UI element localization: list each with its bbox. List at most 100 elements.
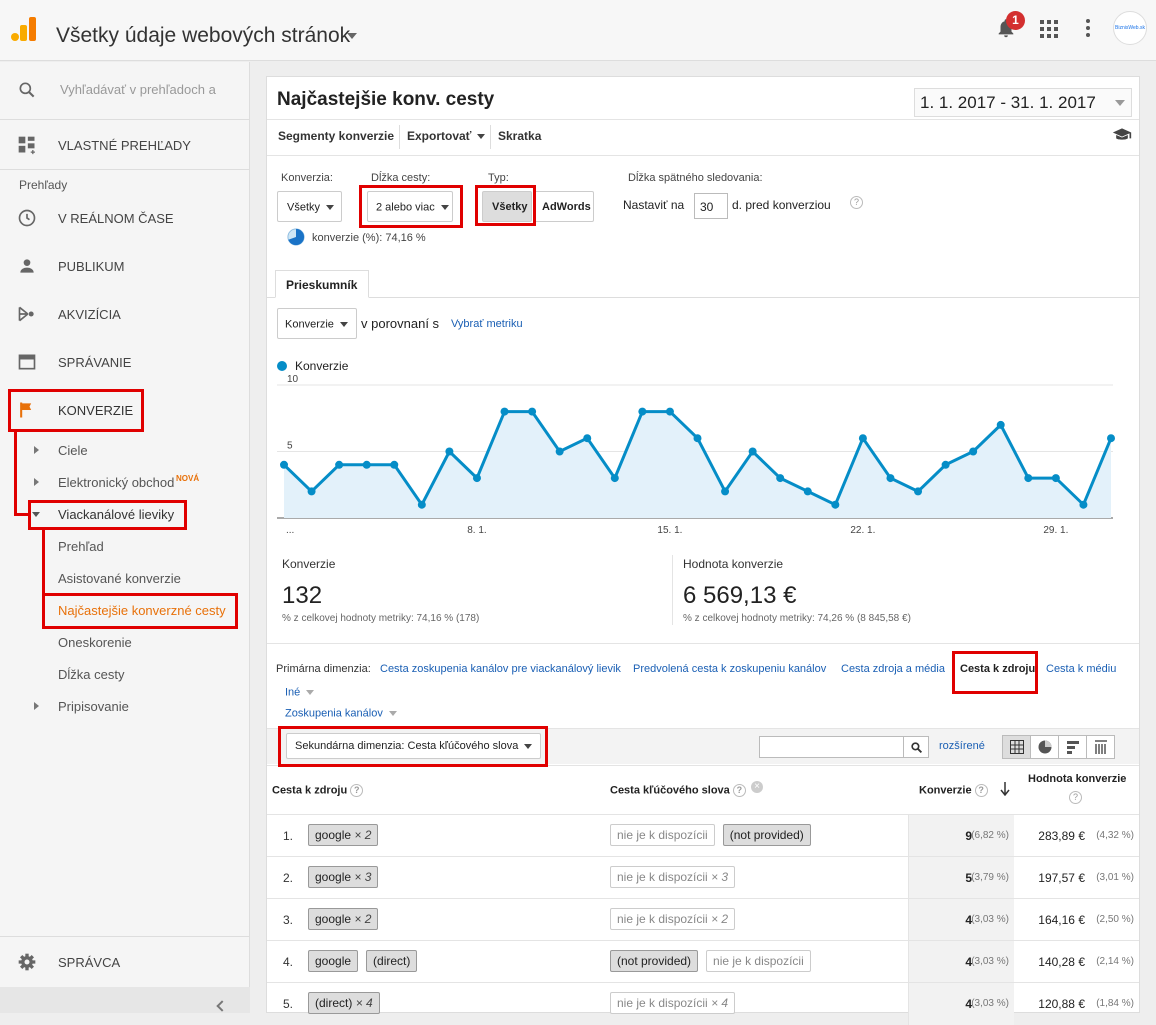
chevron-down-icon — [477, 134, 486, 143]
dim-medium-path[interactable]: Cesta k médiu — [1046, 663, 1116, 675]
metric-select[interactable]: Konverzie — [277, 308, 357, 339]
dim-source-medium-path[interactable]: Cesta zdroja a média — [841, 663, 945, 675]
table-row[interactable]: 3. google × 2 nie je k dispozícii × 2 4 (3,0… — [267, 898, 1139, 941]
view-switcher — [1002, 735, 1115, 759]
sidebar-item-audience[interactable]: PUBLIKUM — [58, 259, 124, 274]
sidebar-item-ecommerce[interactable]: Elektronický obchod — [58, 475, 174, 490]
chip-label: nie je k dispozícii — [617, 912, 708, 926]
apps-grid-icon[interactable] — [1040, 20, 1058, 38]
type-label: Typ: — [488, 172, 509, 184]
chip-label: (direct) — [315, 996, 353, 1010]
keyword-chip: nie je k dispozícii × 3 — [610, 866, 736, 888]
highlight-connector — [42, 528, 45, 600]
data-point — [914, 487, 923, 496]
graduation-cap-icon[interactable] — [1112, 127, 1132, 143]
source-chip: (direct) × 4 — [308, 992, 380, 1014]
x-tick-label: 29. 1. — [1043, 525, 1068, 536]
sidebar-item-overview[interactable]: Prehľad — [58, 539, 104, 554]
pie-icon — [287, 228, 305, 246]
expand-arrow-icon[interactable] — [34, 446, 43, 454]
help-icon[interactable]: ? — [1069, 791, 1082, 804]
sidebar: Vyhľadávať v prehľadoch a VLASTNÉ PREHĽA… — [0, 62, 250, 1013]
data-point — [583, 434, 592, 443]
table-row[interactable]: 1. google × 2 nie je k dispozícii (not prov… — [267, 814, 1139, 857]
bar-view-icon[interactable] — [1059, 736, 1087, 758]
expand-arrow-icon[interactable] — [34, 702, 43, 710]
help-icon[interactable]: ? — [850, 196, 863, 209]
date-range-picker[interactable]: 1. 1. 2017 - 31. 1. 2017 — [914, 88, 1132, 117]
search-input[interactable]: Vyhľadávať v prehľadoch a — [60, 82, 216, 97]
data-point — [996, 420, 1005, 429]
account-selector[interactable]: Všetky údaje webových stránok — [56, 24, 350, 48]
expand-arrow-icon[interactable] — [34, 478, 43, 486]
data-point — [969, 447, 978, 456]
analytics-logo-icon[interactable] — [11, 17, 37, 41]
conversion-select[interactable]: Všetky — [277, 191, 342, 222]
conversions-pct: (3,03 %) — [971, 998, 1009, 1009]
row-rank: 2. — [283, 871, 294, 885]
person-icon — [20, 259, 34, 273]
col-header-value[interactable]: Hodnota konverzie — [1028, 773, 1126, 785]
shortcut-button[interactable]: Skratka — [498, 129, 541, 143]
conversion-label: Konverzia: — [281, 172, 333, 184]
sidebar-item-realtime[interactable]: V REÁLNOM ČASE — [58, 211, 174, 226]
dim-mcf-channel-path[interactable]: Cesta zoskupenia kanálov pre viackanálov… — [380, 663, 621, 675]
data-point — [280, 460, 288, 469]
dim-default-channel-path[interactable]: Predvolená cesta k zoskupeniu kanálov — [633, 663, 826, 675]
table-search-button[interactable] — [903, 736, 929, 758]
path-length-label: Dĺžka cesty: — [371, 172, 431, 184]
sidebar-item-attribution[interactable]: Pripisovanie — [58, 699, 129, 714]
advanced-filter-link[interactable]: rozšírené — [939, 740, 985, 752]
table-row[interactable]: 5. (direct) × 4 nie je k dispozícii × 4 4 (3… — [267, 982, 1139, 1025]
sidebar-item-behavior[interactable]: SPRÁVANIE — [58, 355, 131, 370]
table-search-input[interactable] — [759, 736, 905, 758]
highlight-box — [28, 500, 187, 530]
avatar[interactable]: BiznisWeb.sk — [1113, 11, 1147, 45]
value-amount: 140,28 € — [1038, 955, 1085, 969]
keyword-chip: (not provided) — [610, 950, 699, 972]
table-row[interactable]: 2. google × 3 nie je k dispozícii × 3 5 (3,7… — [267, 856, 1139, 899]
chip-label: google — [315, 828, 352, 842]
col-header-conversions[interactable]: Konverzie ? — [919, 784, 988, 797]
dim-other[interactable]: Iné — [285, 686, 315, 699]
data-point — [693, 434, 702, 443]
type-adwords-button[interactable]: AdWords — [534, 191, 594, 222]
behavior-icon — [18, 354, 36, 370]
col-header-source-path[interactable]: Cesta k zdroju ? — [272, 784, 364, 797]
col-header-keyword-path[interactable]: Cesta kľúčového slova ? — [610, 784, 746, 797]
sidebar-item-assisted[interactable]: Asistované konverzie — [58, 571, 181, 586]
scorecard-value-value: 6 569,13 € — [683, 582, 797, 609]
sort-desc-icon[interactable] — [1000, 782, 1010, 796]
lookback-days-input[interactable]: 30 — [694, 193, 728, 219]
conversions-cell: 5 (3,79 %) — [908, 857, 1014, 899]
sidebar-item-admin[interactable]: SPRÁVCA — [58, 955, 120, 970]
sidebar-item-time-lag[interactable]: Oneskorenie — [58, 635, 132, 650]
more-vert-icon[interactable] — [1086, 19, 1090, 37]
acquisition-icon — [18, 306, 34, 322]
table-row[interactable]: 4. google (direct) (not provided) nie je k d… — [267, 940, 1139, 983]
search-icon[interactable] — [17, 80, 37, 100]
data-point — [1024, 474, 1033, 483]
remove-secondary-dimension-icon[interactable]: × — [751, 781, 763, 793]
repeat-count: × 2 — [711, 912, 729, 926]
chevron-down-icon[interactable] — [347, 33, 357, 44]
help-icon[interactable]: ? — [350, 784, 364, 797]
keyword-chip: (not provided) — [722, 824, 811, 846]
sidebar-item-goals[interactable]: Ciele — [58, 443, 88, 458]
dim-channel-groupings[interactable]: Zoskupenia kanálov — [285, 707, 397, 720]
tab-explorer[interactable]: Prieskumník — [275, 270, 369, 298]
conversions-pct: (6,82 %) — [971, 830, 1009, 841]
choose-metric-link[interactable]: Vybrať metriku — [451, 318, 523, 330]
export-button[interactable]: Exportovať — [407, 129, 486, 143]
sidebar-item-acquisition[interactable]: AKVIZÍCIA — [58, 307, 121, 322]
sidebar-item-custom-reports[interactable]: VLASTNÉ PREHĽADY — [58, 138, 191, 153]
help-icon[interactable]: ? — [974, 784, 988, 797]
pie-view-icon[interactable] — [1031, 736, 1059, 758]
segments-button[interactable]: Segmenty konverzie — [278, 129, 394, 143]
collapse-bar[interactable] — [0, 987, 250, 1013]
sidebar-item-path-length[interactable]: Dĺžka cesty — [58, 667, 124, 682]
source-chip: google × 2 — [308, 824, 379, 846]
table-view-icon[interactable] — [1003, 736, 1031, 758]
pivot-view-icon[interactable] — [1087, 736, 1115, 758]
help-icon[interactable]: ? — [732, 784, 746, 797]
